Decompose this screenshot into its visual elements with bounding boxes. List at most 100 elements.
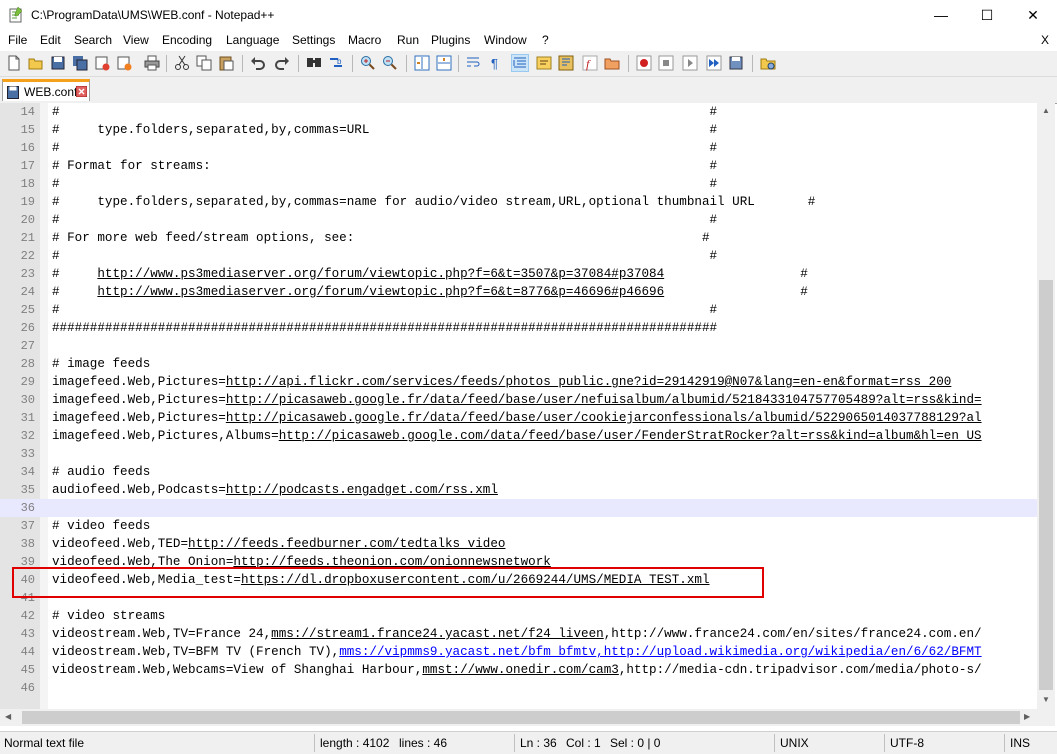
zoom-out-icon[interactable] (382, 55, 398, 71)
url-link[interactable]: http://podcasts.engadget.com/rss.xml (226, 483, 498, 497)
editor-line[interactable]: 14 # # (0, 103, 1037, 121)
url-link[interactable]: http://www.ps3mediaserver.org/forum/view… (97, 285, 664, 299)
editor-line[interactable]: 15 # type.folders,separated,by,commas=URL… (0, 121, 1037, 139)
url-link[interactable]: http://picasaweb.google.fr/data/feed/bas… (226, 411, 982, 425)
menu-window[interactable]: Window (484, 33, 527, 47)
plugin-folder-icon[interactable] (760, 55, 776, 71)
user-defined-language-icon[interactable] (536, 55, 552, 71)
save-macro-icon[interactable] (728, 55, 744, 71)
menu-search[interactable]: Search (74, 33, 112, 47)
url-link[interactable]: ,http://upload.wikimedia.org/wikipedia/e… (596, 645, 981, 659)
menu-edit[interactable]: Edit (40, 33, 61, 47)
horizontal-scrollbar[interactable]: ◀ ▶ (0, 709, 1037, 726)
paste-icon[interactable] (218, 55, 234, 71)
url-link[interactable]: http://api.flickr.com/services/feeds/pho… (226, 375, 952, 389)
editor-line[interactable]: 35 audiofeed.Web,Podcasts=http://podcasts… (0, 481, 1037, 499)
editor-line[interactable]: 31 imagefeed.Web,Pictures=http://picasawe… (0, 409, 1037, 427)
editor-line[interactable]: 26 ######################################… (0, 319, 1037, 337)
url-link[interactable]: http://www.ps3mediaserver.org/forum/view… (97, 267, 664, 281)
menu-file[interactable]: File (8, 33, 27, 47)
find-icon[interactable] (306, 55, 322, 71)
function-list-icon[interactable]: f (582, 55, 598, 71)
menu-plugins[interactable]: Plugins (431, 33, 470, 47)
run-macro-multiple-icon[interactable] (706, 55, 722, 71)
scroll-left-arrow-icon[interactable]: ◀ (5, 712, 11, 721)
editor-line[interactable]: 19 # type.folders,separated,by,commas=nam… (0, 193, 1037, 211)
menu-view[interactable]: View (123, 33, 149, 47)
status-eol-format[interactable]: UNIX (780, 736, 809, 750)
redo-icon[interactable] (274, 55, 290, 71)
editor-line[interactable]: 45 videostream.Web,Webcams=View of Shangh… (0, 661, 1037, 679)
save-all-icon[interactable] (72, 55, 88, 71)
editor-line[interactable]: 24 # http://www.ps3mediaserver.org/forum/… (0, 283, 1037, 301)
editor-line[interactable]: 42 # video streams (0, 607, 1037, 625)
editor-line[interactable]: 27 (0, 337, 1037, 355)
editor-line[interactable]: 32 imagefeed.Web,Pictures,Albums=http://p… (0, 427, 1037, 445)
menu-settings[interactable]: Settings (292, 33, 335, 47)
maximize-button[interactable]: ☐ (964, 0, 1010, 31)
editor-line[interactable]: 34 # audio feeds (0, 463, 1037, 481)
close-file-icon[interactable] (94, 55, 110, 71)
close-tab-icon[interactable] (76, 86, 87, 97)
minimize-button[interactable]: — (918, 0, 964, 31)
editor-line[interactable]: 25 # # (0, 301, 1037, 319)
sync-vertical-icon[interactable] (414, 55, 430, 71)
vertical-scrollbar[interactable]: ▲ ▼ (1037, 103, 1055, 709)
url-link[interactable]: http://picasaweb.google.com/data/feed/ba… (279, 429, 982, 443)
editor-line[interactable]: 43 videostream.Web,TV=France 24,mms://str… (0, 625, 1037, 643)
show-all-chars-icon[interactable]: ¶ (488, 55, 504, 71)
open-file-icon[interactable] (28, 55, 44, 71)
text-editor[interactable]: 14 # #15 # type.folders,separated,by,comma… (0, 103, 1037, 709)
sync-horizontal-icon[interactable] (436, 55, 452, 71)
scroll-right-arrow-icon[interactable]: ▶ (1024, 712, 1030, 721)
close-document-button[interactable]: X (1041, 33, 1049, 47)
horizontal-scroll-thumb[interactable] (22, 711, 1020, 724)
editor-line[interactable]: 29 imagefeed.Web,Pictures=http://api.flic… (0, 373, 1037, 391)
editor-line[interactable]: 38 videofeed.Web,TED=http://feeds.feedbur… (0, 535, 1037, 553)
scroll-up-arrow-icon[interactable]: ▲ (1042, 106, 1050, 115)
status-insert-mode[interactable]: INS (1010, 736, 1030, 750)
editor-line[interactable]: 30 imagefeed.Web,Pictures=http://picasawe… (0, 391, 1037, 409)
menu-encoding[interactable]: Encoding (162, 33, 212, 47)
indent-guide-icon[interactable] (511, 54, 529, 72)
new-file-icon[interactable] (6, 55, 22, 71)
menu-help[interactable]: ? (542, 33, 549, 47)
editor-line[interactable]: 16 # # (0, 139, 1037, 157)
url-link[interactable]: mmst://www.onedir.com/cam3 (422, 663, 619, 677)
editor-line[interactable]: 44 videostream.Web,TV=BFM TV (French TV),… (0, 643, 1037, 661)
editor-line[interactable]: 21 # For more web feed/stream options, se… (0, 229, 1037, 247)
menu-macro[interactable]: Macro (348, 33, 381, 47)
undo-icon[interactable] (250, 55, 266, 71)
menu-language[interactable]: Language (226, 33, 279, 47)
zoom-in-icon[interactable] (360, 55, 376, 71)
word-wrap-icon[interactable] (466, 55, 482, 71)
print-icon[interactable] (144, 55, 160, 71)
url-link[interactable]: mms://vipmms9.yacast.net/bfm_bfmtv (339, 645, 596, 659)
editor-line[interactable]: 46 (0, 679, 1037, 697)
editor-line[interactable]: 36 (0, 499, 1037, 517)
editor-line[interactable]: 22 # # (0, 247, 1037, 265)
tab-web-conf[interactable]: WEB.conf (2, 79, 90, 101)
close-all-icon[interactable] (116, 55, 132, 71)
editor-line[interactable]: 28 # image feeds (0, 355, 1037, 373)
cut-icon[interactable] (174, 55, 190, 71)
save-icon[interactable] (50, 55, 66, 71)
editor-line[interactable]: 20 # # (0, 211, 1037, 229)
copy-icon[interactable] (196, 55, 212, 71)
url-link[interactable]: http://feeds.feedburner.com/tedtalks_vid… (188, 537, 505, 551)
scroll-down-arrow-icon[interactable]: ▼ (1042, 695, 1050, 704)
replace-icon[interactable]: b (328, 55, 344, 71)
menu-run[interactable]: Run (397, 33, 419, 47)
stop-recording-icon[interactable] (658, 55, 674, 71)
close-window-button[interactable]: ✕ (1010, 0, 1056, 31)
editor-line[interactable]: 33 (0, 445, 1037, 463)
editor-line[interactable]: 17 # Format for streams: # (0, 157, 1037, 175)
folder-as-workspace-icon[interactable] (604, 55, 620, 71)
url-link[interactable]: mms://stream1.france24.yacast.net/f24_li… (271, 627, 604, 641)
vertical-scroll-thumb[interactable] (1039, 280, 1053, 690)
record-macro-icon[interactable] (636, 55, 652, 71)
playback-macro-icon[interactable] (682, 55, 698, 71)
editor-line[interactable]: 18 # # (0, 175, 1037, 193)
document-map-icon[interactable] (558, 55, 574, 71)
editor-line[interactable]: 23 # http://www.ps3mediaserver.org/forum/… (0, 265, 1037, 283)
